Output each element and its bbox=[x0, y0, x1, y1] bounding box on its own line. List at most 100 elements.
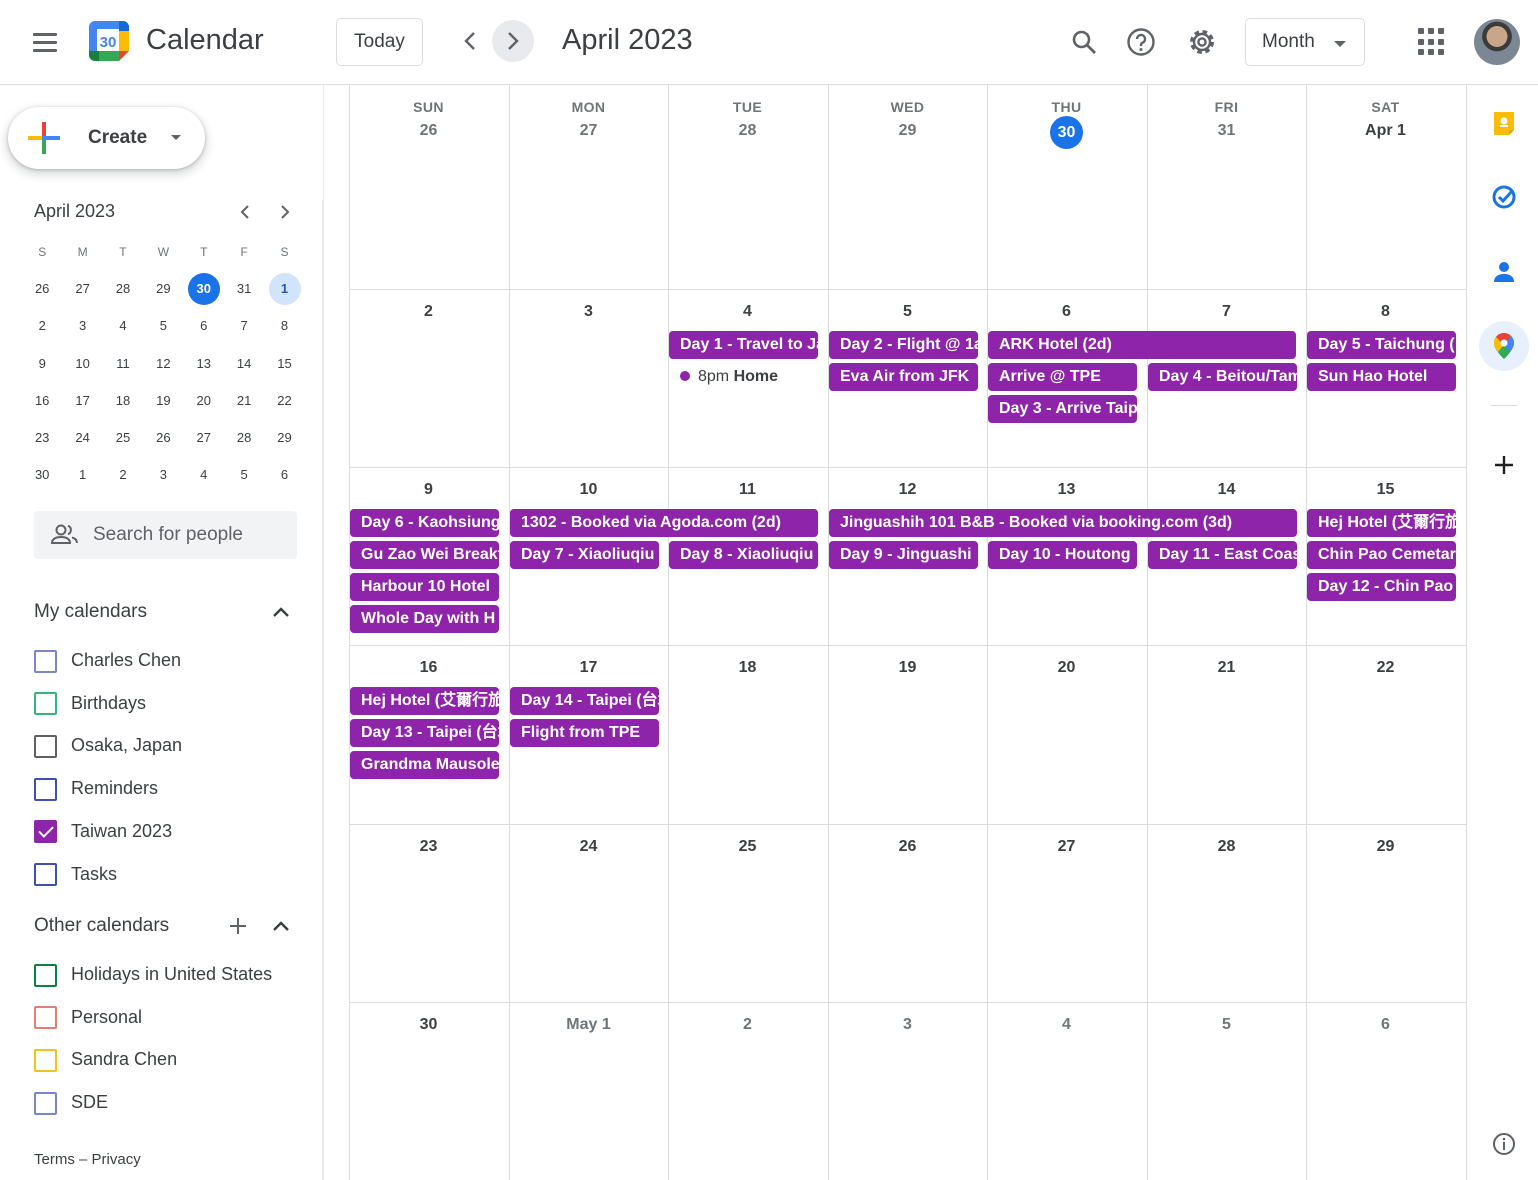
mini-day[interactable]: 29 bbox=[143, 273, 183, 305]
event-chip[interactable]: Day 1 - Travel to Japan bbox=[669, 331, 818, 359]
avatar[interactable] bbox=[1474, 19, 1520, 65]
mini-day[interactable]: 5 bbox=[224, 459, 264, 491]
plus-icon[interactable] bbox=[227, 915, 249, 937]
mini-day[interactable]: 17 bbox=[62, 385, 102, 417]
checkbox[interactable] bbox=[34, 692, 57, 716]
calendar-item[interactable]: Tasks bbox=[34, 862, 117, 888]
plus-icon[interactable] bbox=[1479, 440, 1529, 490]
day-number[interactable]: 30 bbox=[349, 1016, 508, 1034]
mini-day[interactable]: 6 bbox=[264, 459, 304, 491]
event-chip[interactable]: Day 10 - Houtong bbox=[988, 541, 1137, 569]
chevron-right-icon[interactable] bbox=[274, 201, 296, 223]
mini-day[interactable]: 5 bbox=[143, 310, 183, 342]
day-number[interactable]: 15 bbox=[1306, 481, 1465, 499]
day-number[interactable]: 14 bbox=[1147, 481, 1306, 499]
mini-day[interactable]: 27 bbox=[184, 422, 224, 454]
calendar-item[interactable]: Personal bbox=[34, 1005, 142, 1031]
day-number[interactable]: 3 bbox=[509, 303, 668, 321]
day-number[interactable]: 25 bbox=[668, 838, 827, 856]
mini-day[interactable]: 12 bbox=[143, 348, 183, 380]
mini-day[interactable]: 2 bbox=[103, 459, 143, 491]
calendar-item[interactable]: Charles Chen bbox=[34, 648, 181, 674]
event-chip[interactable]: Gu Zao Wei Breakfast bbox=[350, 541, 499, 569]
mini-day[interactable]: 4 bbox=[184, 459, 224, 491]
event-chip[interactable]: Day 7 - Xiaoliuqiu bbox=[510, 541, 659, 569]
day-number[interactable]: 26 bbox=[349, 122, 508, 140]
mini-day[interactable]: 31 bbox=[224, 273, 264, 305]
event-chip[interactable]: Flight from TPE bbox=[510, 719, 659, 747]
day-number[interactable]: 6 bbox=[1306, 1016, 1465, 1034]
event-chip[interactable]: Day 9 - Jinguashi bbox=[829, 541, 978, 569]
mini-day[interactable]: 8 bbox=[264, 310, 304, 342]
day-number[interactable]: May 1 bbox=[509, 1016, 668, 1034]
menu-icon[interactable] bbox=[22, 22, 68, 62]
mini-day[interactable]: 3 bbox=[143, 459, 183, 491]
info-icon[interactable] bbox=[1479, 1119, 1529, 1169]
mini-day[interactable]: 1 bbox=[264, 272, 304, 305]
event-chip[interactable]: Day 8 - Xiaoliuqiu bbox=[669, 541, 818, 569]
contacts-icon[interactable] bbox=[1479, 247, 1529, 297]
mini-day[interactable]: 27 bbox=[62, 273, 102, 305]
day-number[interactable]: 29 bbox=[828, 122, 987, 140]
day-number[interactable]: 21 bbox=[1147, 659, 1306, 677]
mini-day[interactable]: 28 bbox=[224, 422, 264, 454]
checkbox[interactable] bbox=[34, 1048, 57, 1072]
mini-day[interactable]: 9 bbox=[22, 348, 62, 380]
checkbox[interactable] bbox=[34, 1091, 57, 1115]
mini-day[interactable]: 24 bbox=[62, 422, 102, 454]
chevron-up-icon[interactable] bbox=[270, 601, 292, 623]
checkbox[interactable] bbox=[34, 777, 57, 801]
calendar-item[interactable]: Holidays in United States bbox=[34, 962, 272, 988]
day-number[interactable]: 31 bbox=[1147, 122, 1306, 140]
mini-day[interactable]: 11 bbox=[103, 348, 143, 380]
mini-day[interactable]: 7 bbox=[224, 310, 264, 342]
day-number[interactable]: 7 bbox=[1147, 303, 1306, 321]
mini-day[interactable]: 18 bbox=[103, 385, 143, 417]
mini-day[interactable]: 2 bbox=[22, 310, 62, 342]
mini-day[interactable]: 26 bbox=[143, 422, 183, 454]
search-icon[interactable] bbox=[1063, 21, 1105, 63]
day-number[interactable]: 10 bbox=[509, 481, 668, 499]
view-select[interactable]: Month bbox=[1245, 18, 1365, 66]
event-chip[interactable]: Day 12 - Chin Pao bbox=[1307, 573, 1456, 601]
mini-day[interactable]: 3 bbox=[62, 310, 102, 342]
day-number[interactable]: 28 bbox=[668, 122, 827, 140]
event-chip[interactable]: Arrive @ TPE bbox=[988, 363, 1137, 391]
mini-day[interactable]: 19 bbox=[143, 385, 183, 417]
sidebar-scrollbar[interactable] bbox=[322, 200, 338, 1180]
search-people-input[interactable]: Search for people bbox=[34, 511, 297, 559]
day-number[interactable]: 17 bbox=[509, 659, 668, 677]
day-number[interactable]: 11 bbox=[668, 481, 827, 499]
timed-event[interactable]: 8pm Home bbox=[668, 363, 778, 391]
mini-day[interactable]: 22 bbox=[264, 385, 304, 417]
day-number[interactable]: 23 bbox=[349, 838, 508, 856]
day-number[interactable]: 8 bbox=[1306, 303, 1465, 321]
day-number[interactable]: 3 bbox=[828, 1016, 987, 1034]
day-number[interactable]: 4 bbox=[668, 303, 827, 321]
mini-day[interactable]: 16 bbox=[22, 385, 62, 417]
mini-day[interactable]: 4 bbox=[103, 310, 143, 342]
mini-day[interactable]: 15 bbox=[264, 348, 304, 380]
checkbox[interactable] bbox=[34, 863, 57, 886]
day-number[interactable]: 24 bbox=[509, 838, 668, 856]
day-number[interactable]: 9 bbox=[349, 481, 508, 499]
event-chip[interactable]: Grandma Mausoleum bbox=[350, 751, 499, 779]
day-number[interactable]: 29 bbox=[1306, 838, 1465, 856]
event-chip[interactable]: Hej Hotel (艾爾行旅) bbox=[1307, 509, 1456, 537]
day-number[interactable]: 16 bbox=[349, 659, 508, 677]
day-number[interactable]: 5 bbox=[828, 303, 987, 321]
day-number[interactable]: 30 bbox=[987, 116, 1146, 149]
mini-day[interactable]: 25 bbox=[103, 422, 143, 454]
day-number[interactable]: 18 bbox=[668, 659, 827, 677]
today-button[interactable]: Today bbox=[336, 18, 423, 66]
event-chip[interactable]: Day 13 - Taipei (台北) bbox=[350, 719, 499, 747]
chevron-up-icon[interactable] bbox=[270, 915, 292, 937]
event-chip[interactable]: Chin Pao Cemetary bbox=[1307, 541, 1456, 569]
day-number[interactable]: 20 bbox=[987, 659, 1146, 677]
keep-icon[interactable] bbox=[1479, 98, 1529, 148]
calendar-item[interactable]: Taiwan 2023 bbox=[34, 819, 172, 845]
mini-day[interactable]: 30 bbox=[184, 272, 224, 305]
event-chip[interactable]: ARK Hotel (2d) bbox=[988, 331, 1296, 359]
privacy-link[interactable]: Privacy bbox=[92, 1151, 141, 1168]
day-number[interactable]: 19 bbox=[828, 659, 987, 677]
